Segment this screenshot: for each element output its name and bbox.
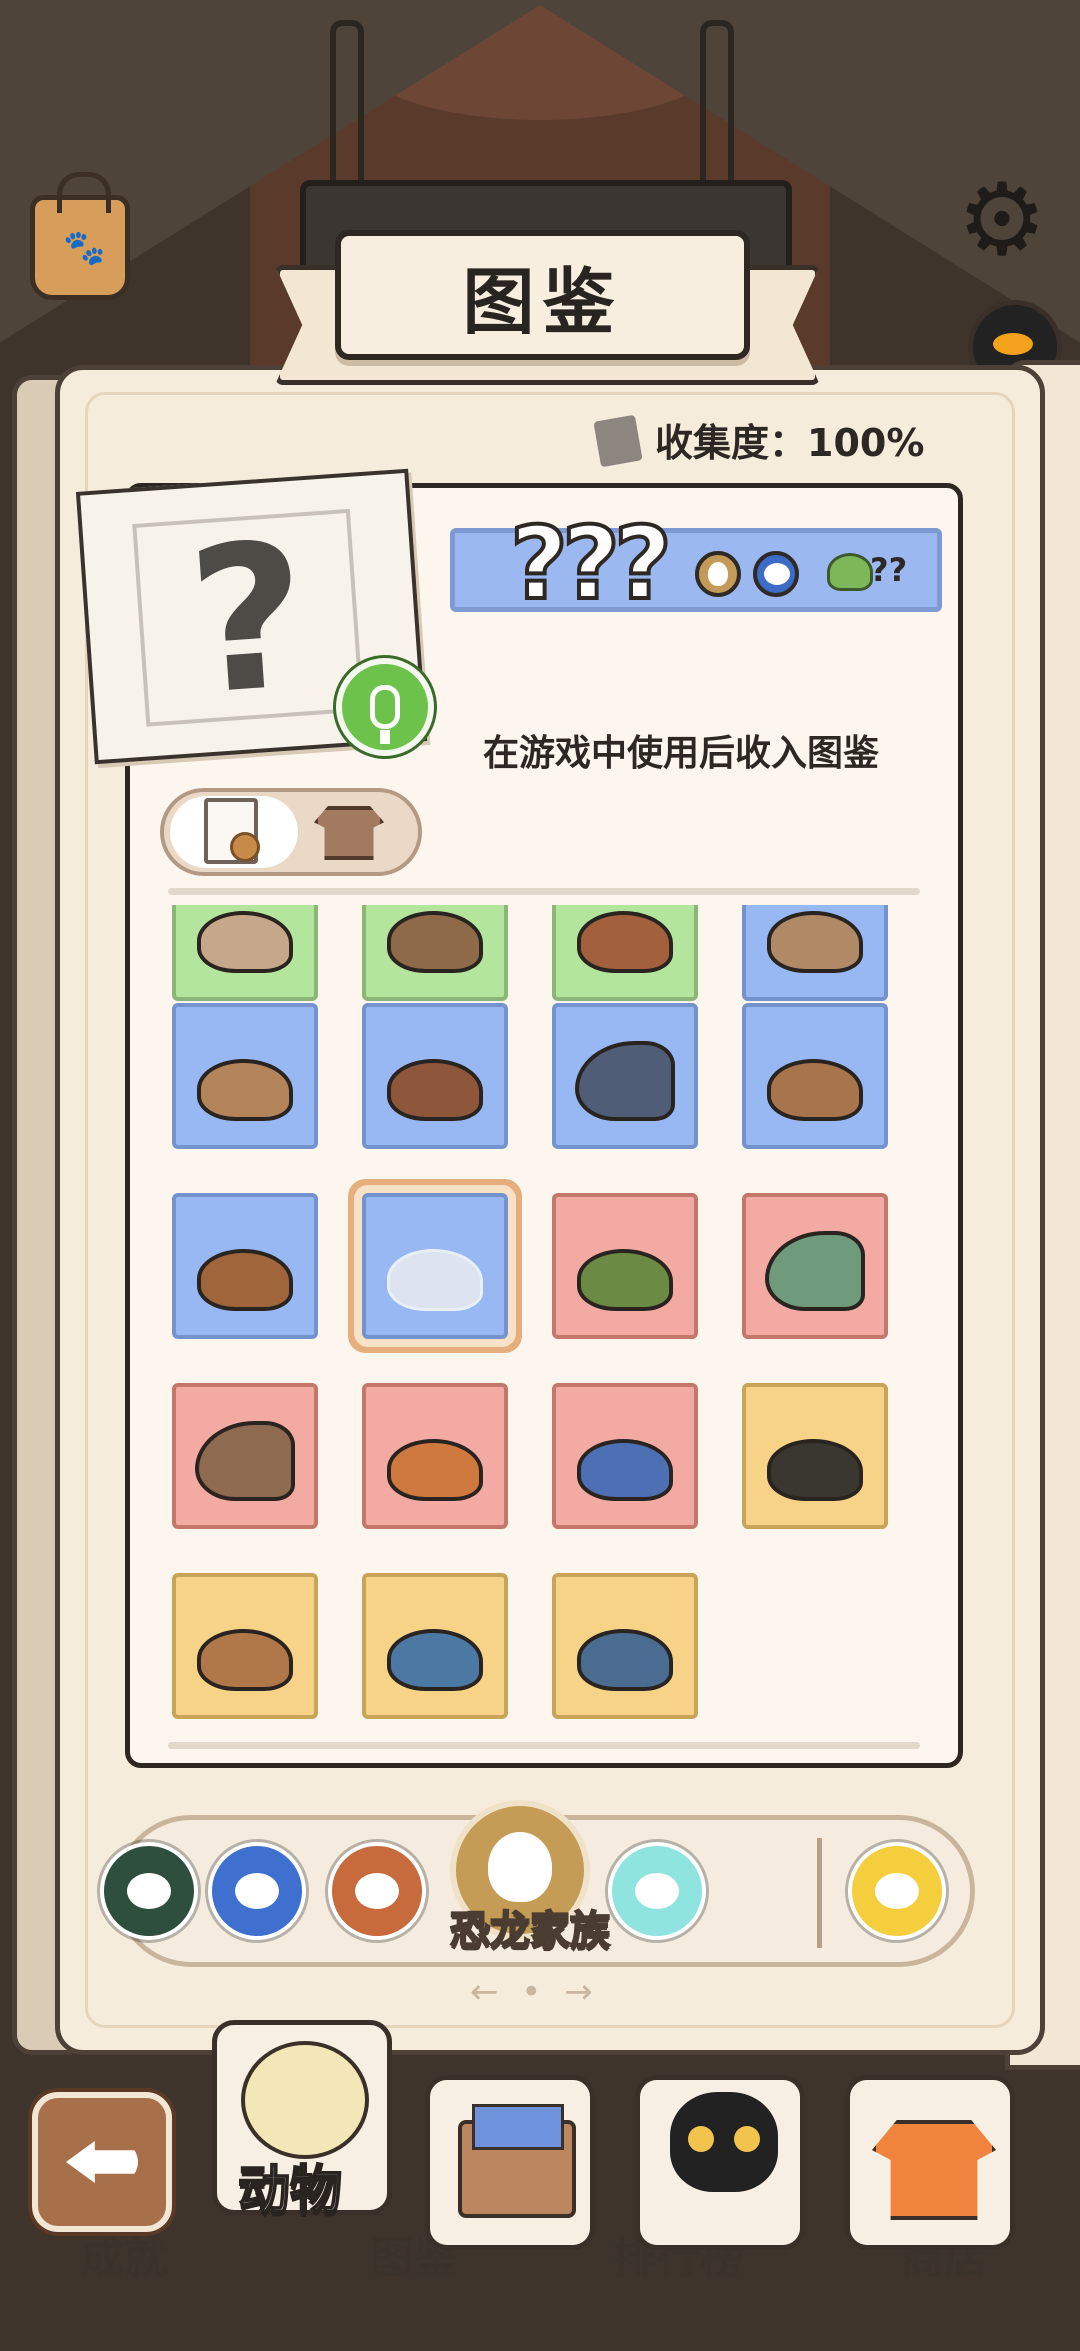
pteranodon-icon bbox=[767, 1439, 863, 1501]
red-bird-icon[interactable] bbox=[328, 1842, 426, 1940]
book-icon bbox=[593, 414, 643, 468]
animal-tile-selected[interactable] bbox=[362, 1193, 508, 1339]
animal-tile[interactable] bbox=[172, 1003, 318, 1149]
animal-tile[interactable] bbox=[742, 1383, 888, 1529]
animal-tile[interactable] bbox=[172, 1383, 318, 1529]
nav-tab-animals-label: 动物 bbox=[237, 2160, 343, 2222]
ankylosaur-icon bbox=[577, 1249, 673, 1311]
animal-tile[interactable] bbox=[552, 1383, 698, 1529]
mosasaur-icon bbox=[577, 1629, 673, 1691]
animal-tile[interactable] bbox=[742, 1193, 888, 1339]
photo-frame: ? bbox=[132, 499, 364, 740]
picnic-basket-icon bbox=[458, 2104, 576, 2218]
cyan-blob-icon[interactable] bbox=[608, 1842, 706, 1940]
partial-blob-icon[interactable] bbox=[100, 1842, 198, 1940]
dinosaur-icon bbox=[197, 911, 293, 973]
shopping-bag-icon[interactable]: 🐾 bbox=[30, 172, 130, 300]
animal-name-bar: ??? ?? bbox=[450, 503, 942, 624]
iguanodon-icon bbox=[387, 1629, 483, 1691]
selected-category-label: 恐龙家族 bbox=[449, 1907, 611, 1955]
back-arrow-icon bbox=[66, 2141, 138, 2183]
plesiosaur-icon bbox=[577, 1439, 673, 1501]
animal-description: 在游戏中使用后收入图鉴 bbox=[483, 733, 880, 774]
sauropod-icon bbox=[575, 1041, 675, 1121]
animal-tile[interactable] bbox=[172, 1193, 318, 1339]
dino-egg-badge-icon bbox=[695, 551, 741, 597]
nav-tab-ranking[interactable] bbox=[635, 2075, 805, 2250]
food-count: ?? bbox=[870, 551, 908, 589]
nav-tab-picnic[interactable] bbox=[425, 2075, 595, 2250]
blue-blob-badge-icon bbox=[753, 551, 799, 597]
view-toggle[interactable] bbox=[160, 788, 422, 876]
long-neck-dino-icon bbox=[195, 1421, 295, 1501]
nav-tab-shop[interactable] bbox=[845, 2075, 1015, 2250]
theropod-icon bbox=[387, 1059, 483, 1121]
pterosaur-icon bbox=[197, 1249, 293, 1311]
dinosaur-icon bbox=[577, 911, 673, 973]
sign-chain-right bbox=[700, 20, 734, 192]
animal-tile[interactable] bbox=[742, 905, 888, 1001]
orange-shirt-icon bbox=[872, 2120, 996, 2220]
triceratops-icon bbox=[387, 1439, 483, 1501]
page-title: 图鉴 bbox=[462, 259, 623, 344]
blue-blob-icon[interactable] bbox=[208, 1842, 306, 1940]
animal-tile[interactable] bbox=[362, 905, 508, 1001]
outfit-shirt-icon[interactable] bbox=[314, 806, 384, 860]
paw-icon[interactable] bbox=[848, 1842, 946, 1940]
microphone-button[interactable] bbox=[336, 658, 434, 756]
microphone-icon bbox=[370, 685, 400, 744]
dinosaur-icon bbox=[387, 911, 483, 973]
brachiosaurus-icon bbox=[765, 1231, 865, 1311]
undiscovered-silhouette-icon bbox=[387, 1249, 483, 1311]
animal-tile[interactable] bbox=[362, 1003, 508, 1149]
food-bowl-icon bbox=[827, 553, 873, 591]
animal-tile[interactable] bbox=[552, 1573, 698, 1719]
animal-tile[interactable] bbox=[172, 1573, 318, 1719]
gear-icon[interactable]: ⚙ bbox=[952, 170, 1052, 270]
list-top-divider bbox=[168, 888, 920, 895]
unknown-photo-placeholder: ? bbox=[182, 499, 315, 740]
list-bottom-divider bbox=[168, 1742, 920, 1749]
animal-name: ??? bbox=[508, 503, 674, 624]
animal-tile[interactable] bbox=[362, 1573, 508, 1719]
back-button[interactable] bbox=[32, 2092, 172, 2232]
animal-tile[interactable] bbox=[362, 1383, 508, 1529]
chick-icon bbox=[241, 2041, 369, 2159]
animal-tile[interactable] bbox=[742, 1003, 888, 1149]
animal-tile[interactable] bbox=[552, 905, 698, 1001]
collection-progress: 收集度：100% bbox=[655, 421, 925, 465]
animal-tile[interactable] bbox=[552, 1003, 698, 1149]
animal-tile[interactable] bbox=[172, 905, 318, 1001]
sign-chain-left bbox=[330, 20, 364, 192]
black-cat-icon bbox=[670, 2092, 778, 2192]
animal-tile[interactable] bbox=[552, 1193, 698, 1339]
scroll-arrows-hint: ← • → bbox=[470, 1972, 599, 2012]
spinosaurus-icon bbox=[767, 1059, 863, 1121]
animal-grid bbox=[160, 905, 920, 1720]
category-divider bbox=[817, 1838, 822, 1948]
trex-icon bbox=[197, 1629, 293, 1691]
dinosaur-icon bbox=[767, 911, 863, 973]
certificate-icon[interactable] bbox=[204, 798, 260, 864]
dilophosaurus-icon bbox=[197, 1059, 293, 1121]
title-banner: 图鉴 bbox=[335, 230, 750, 360]
category-bar: 恐龙家族 bbox=[100, 1800, 975, 1967]
